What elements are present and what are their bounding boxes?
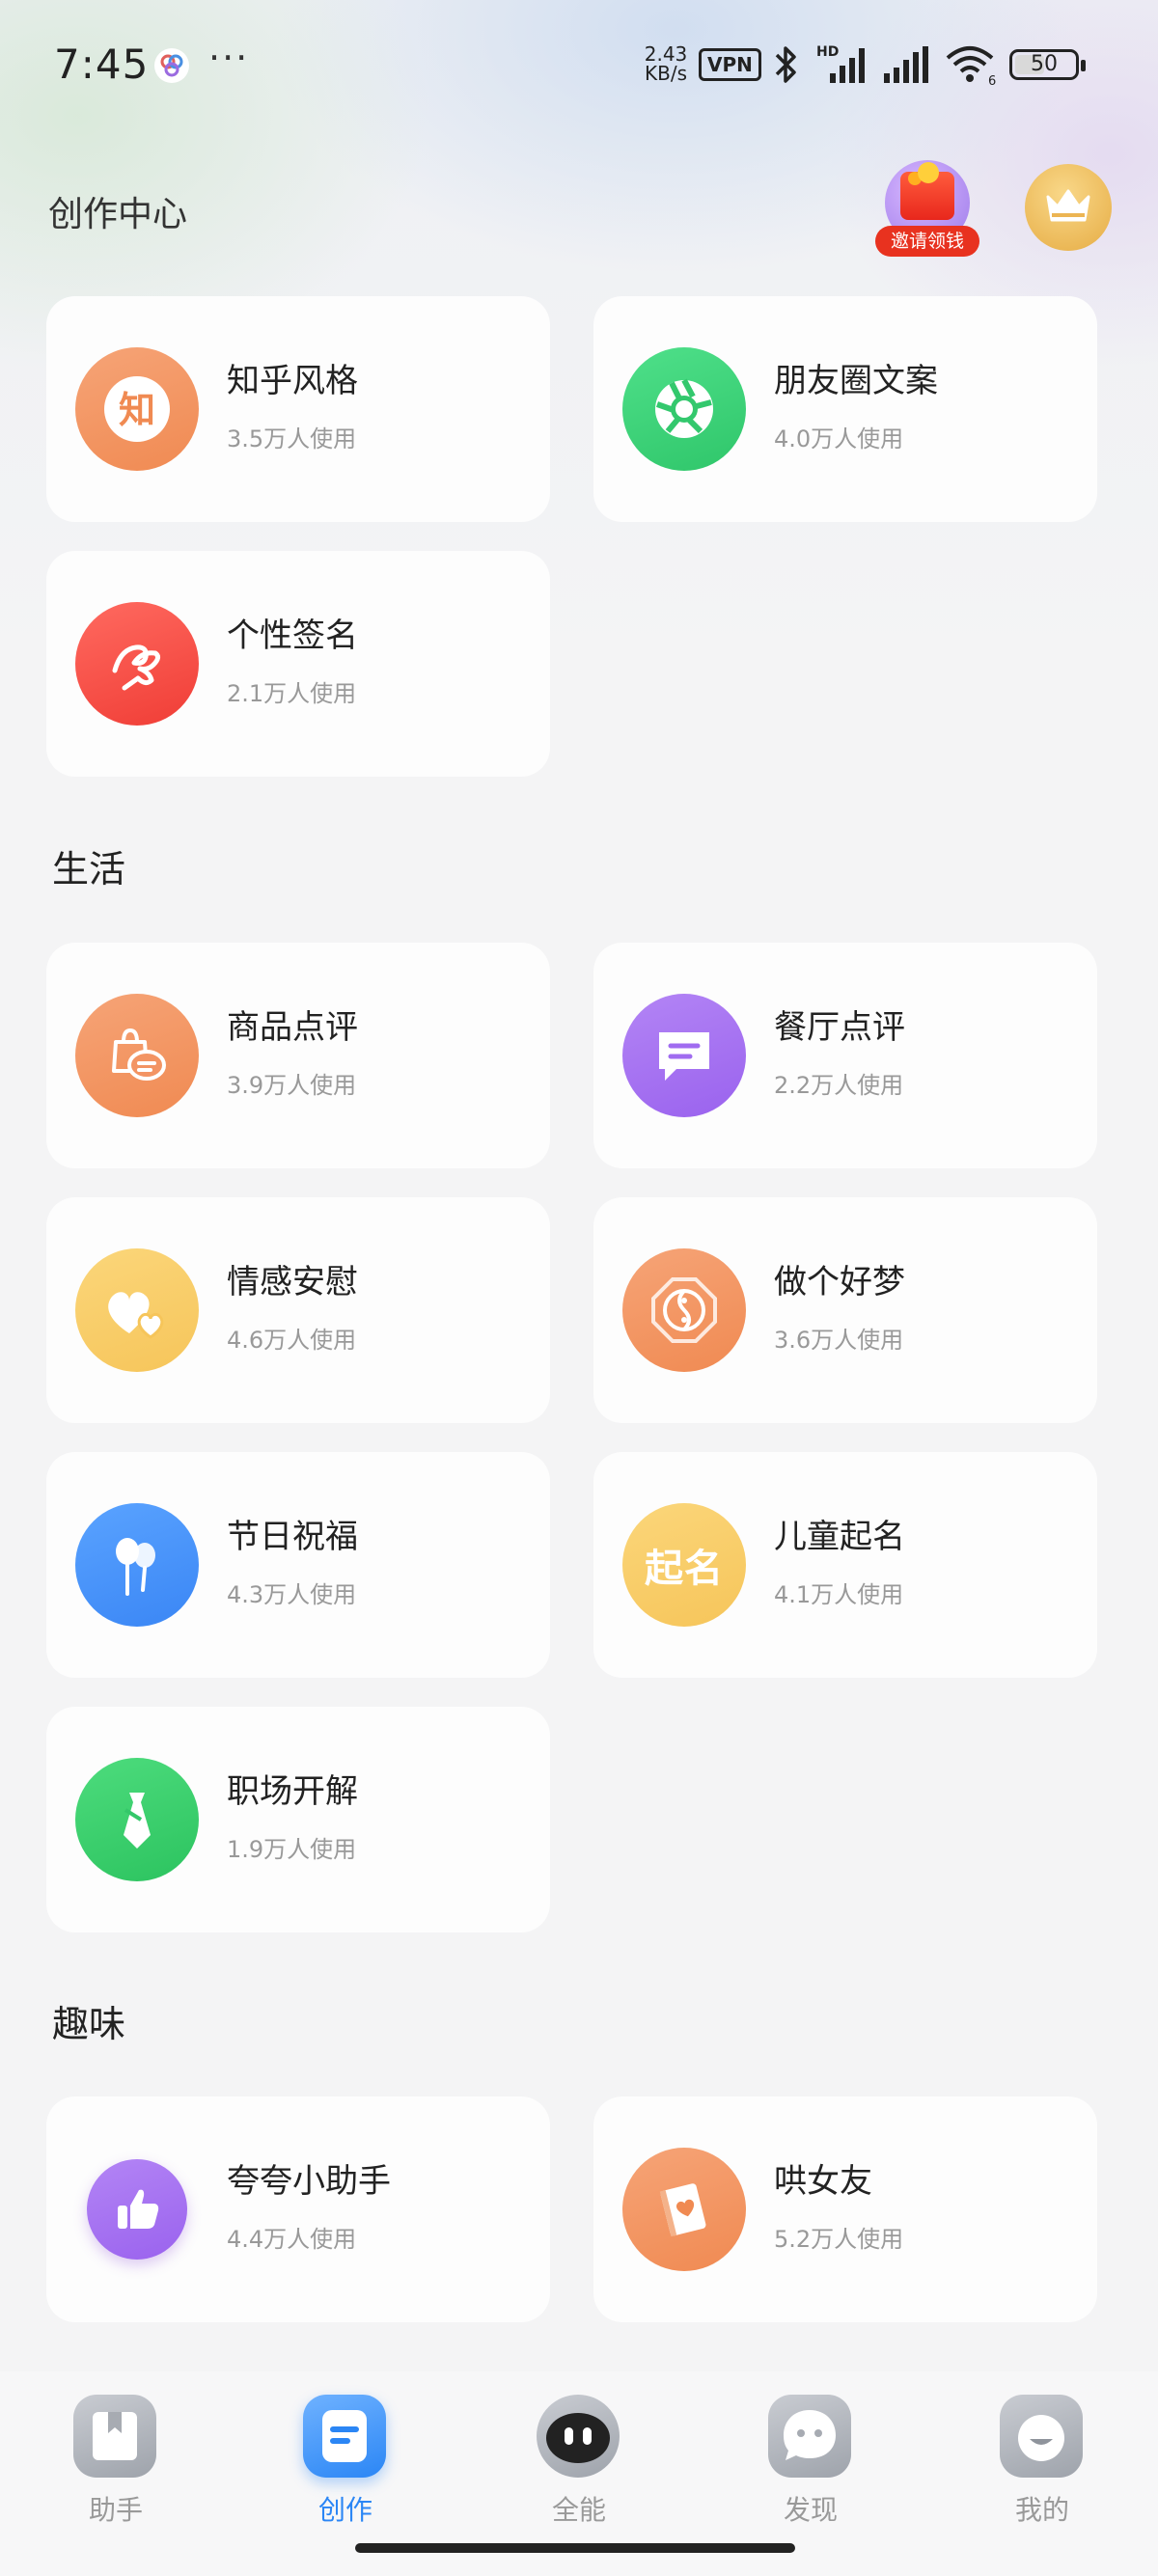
- network-speed-value: 2.43: [644, 42, 688, 66]
- signal-strength-1-icon: HD: [816, 42, 870, 91]
- discover-chat-icon: [768, 2395, 851, 2478]
- tool-card-emotional-comfort[interactable]: 情感安慰 4.6万人使用: [46, 1197, 550, 1423]
- tool-usage: 4.6万人使用: [227, 1327, 357, 1354]
- tool-usage: 4.4万人使用: [227, 2226, 357, 2253]
- nav-tab-all-in-one[interactable]: 全能: [511, 2381, 647, 2526]
- status-time: 7:45: [54, 41, 150, 88]
- section-title-fun: 趣味: [52, 2003, 126, 2045]
- naming-icon-text: 起名: [645, 1547, 724, 1591]
- tool-usage: 3.6万人使用: [774, 1327, 904, 1354]
- tool-usage: 5.2万人使用: [774, 2226, 904, 2253]
- tool-card-product-review[interactable]: 商品点评 3.9万人使用: [46, 943, 550, 1168]
- tool-name: 儿童起名: [774, 1518, 905, 1556]
- hd-tag: HD: [816, 44, 839, 60]
- tool-name: 节日祝福: [227, 1518, 358, 1556]
- bagua-icon: [622, 1248, 746, 1372]
- wifi-tag: 6: [988, 74, 996, 87]
- tool-card-sweet-dreams[interactable]: 做个好梦 3.6万人使用: [593, 1197, 1097, 1423]
- nav-tab-create[interactable]: 创作: [278, 2381, 413, 2526]
- tool-name: 情感安慰: [227, 1263, 358, 1302]
- nav-label: 发现: [783, 2494, 838, 2526]
- nav-tab-assistant[interactable]: 助手: [48, 2381, 183, 2526]
- tool-usage: 2.2万人使用: [774, 1072, 904, 1099]
- invite-label: 邀请领钱: [875, 226, 979, 257]
- tool-name: 知乎风格: [227, 362, 358, 400]
- tool-usage: 3.9万人使用: [227, 1072, 357, 1099]
- naming-text-icon: 起名: [622, 1503, 746, 1627]
- red-envelope-icon: [900, 162, 954, 220]
- app-notification-icon: [154, 48, 189, 83]
- tool-usage: 4.3万人使用: [227, 1581, 357, 1608]
- home-indicator[interactable]: [355, 2543, 795, 2553]
- tool-name: 夸夸小助手: [227, 2162, 391, 2201]
- network-speed-unit: KB/s: [645, 62, 687, 85]
- battery-percent: 50: [1031, 52, 1058, 76]
- tool-usage: 4.0万人使用: [774, 425, 904, 452]
- tool-card-coax-girlfriend[interactable]: 哄女友 5.2万人使用: [593, 2096, 1097, 2322]
- vip-crown-button[interactable]: [1025, 164, 1112, 251]
- tool-card-workplace-advice[interactable]: 职场开解 1.9万人使用: [46, 1707, 550, 1932]
- nav-label: 创作: [317, 2494, 372, 2526]
- balloons-icon: [75, 1503, 199, 1627]
- crown-icon: [1046, 189, 1090, 222]
- thumbs-up-icon: [87, 2159, 187, 2260]
- invite-earn-button[interactable]: 邀请领钱: [873, 154, 979, 260]
- page-title: 创作中心: [48, 195, 188, 234]
- status-bar: 7:45 ··· 2.43 KB/s VPN HD 6 50: [0, 0, 1158, 135]
- tool-card-zhihu-style[interactable]: 知 知乎风格 3.5万人使用: [46, 296, 550, 522]
- tool-name: 餐厅点评: [774, 1008, 905, 1047]
- create-doc-icon: [303, 2395, 386, 2478]
- battery-icon: 50: [1009, 49, 1086, 80]
- zhihu-char-icon: 知: [75, 347, 199, 471]
- tool-card-child-naming[interactable]: 起名 儿童起名 4.1万人使用: [593, 1452, 1097, 1678]
- tool-usage: 3.5万人使用: [227, 425, 357, 452]
- vpn-badge: VPN: [699, 48, 761, 81]
- tool-name: 个性签名: [227, 617, 358, 655]
- nav-label: 全能: [551, 2494, 606, 2526]
- tool-name: 哄女友: [774, 2162, 872, 2201]
- tool-name: 朋友圈文案: [774, 362, 938, 400]
- tool-usage: 1.9万人使用: [227, 1836, 357, 1863]
- tool-card-holiday-wishes[interactable]: 节日祝福 4.3万人使用: [46, 1452, 550, 1678]
- camera-aperture-icon: [622, 347, 746, 471]
- robot-face-icon: [537, 2395, 620, 2478]
- nav-tab-mine[interactable]: 我的: [975, 2381, 1110, 2526]
- tool-name: 做个好梦: [774, 1263, 905, 1302]
- nav-label: 我的: [1014, 2494, 1069, 2526]
- nav-tab-discover[interactable]: 发现: [743, 2381, 878, 2526]
- tool-card-moments-copy[interactable]: 朋友圈文案 4.0万人使用: [593, 296, 1097, 522]
- network-speed: 2.43 KB/s: [637, 44, 695, 83]
- tool-name: 商品点评: [227, 1008, 358, 1047]
- chat-bubble-icon: [622, 994, 746, 1117]
- profile-face-icon: [1000, 2395, 1083, 2478]
- tool-name: 职场开解: [227, 1772, 358, 1811]
- zhihu-icon-char: 知: [119, 389, 155, 431]
- shopping-bag-comment-icon: [75, 994, 199, 1117]
- more-notifications-icon: ···: [208, 37, 250, 79]
- tool-usage: 2.1万人使用: [227, 680, 357, 707]
- bluetooth-icon: [769, 42, 804, 91]
- hearts-icon: [75, 1248, 199, 1372]
- assistant-book-icon: [73, 2395, 156, 2478]
- love-book-icon: [622, 2148, 746, 2271]
- signal-strength-2-icon: [880, 42, 934, 91]
- necktie-icon: [75, 1758, 199, 1881]
- tool-usage: 4.1万人使用: [774, 1581, 904, 1608]
- signature-icon: [75, 602, 199, 726]
- nav-label: 助手: [88, 2494, 143, 2526]
- tool-card-restaurant-review[interactable]: 餐厅点评 2.2万人使用: [593, 943, 1097, 1168]
- tool-card-signature[interactable]: 个性签名 2.1万人使用: [46, 551, 550, 777]
- tool-card-praise-helper[interactable]: 夸夸小助手 4.4万人使用: [46, 2096, 550, 2322]
- section-title-life: 生活: [52, 848, 126, 891]
- wifi-icon: 6: [944, 42, 1000, 91]
